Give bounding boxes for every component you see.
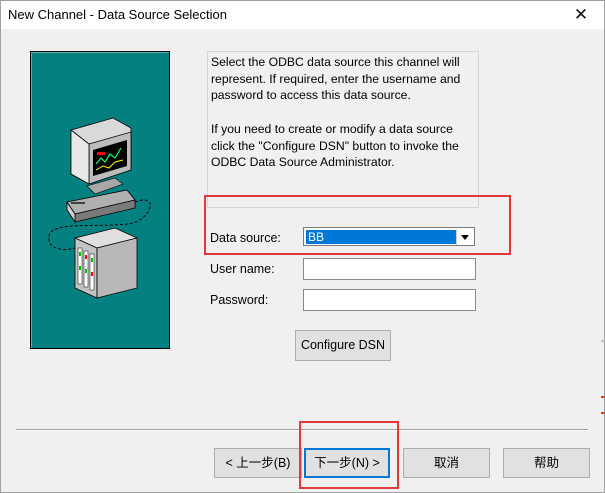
data-source-dropdown[interactable]: BB <box>303 227 475 246</box>
password-label: Password: <box>210 293 269 307</box>
dialog-window: New Channel - Data Source Selection ✕ Se… <box>0 0 605 493</box>
data-source-label: Data source: <box>210 231 281 245</box>
description-paragraph: If you need to create or modify a data s… <box>211 122 459 170</box>
illustration <box>48 117 151 299</box>
password-field[interactable] <box>303 289 476 311</box>
configure-dsn-button[interactable]: Configure DSN <box>295 330 391 361</box>
help-button[interactable]: 帮助 <box>503 448 590 478</box>
window-title: New Channel - Data Source Selection <box>8 7 227 22</box>
username-label: User name: <box>210 262 275 276</box>
illustration-panel <box>30 51 170 349</box>
background-edge <box>601 396 605 398</box>
computer-icon <box>66 117 136 224</box>
next-button[interactable]: 下一步(N) > <box>304 448 390 478</box>
background-edge <box>601 340 605 342</box>
data-source-value: BB <box>306 230 456 244</box>
cancel-button[interactable]: 取消 <box>403 448 490 478</box>
divider <box>16 429 588 431</box>
close-icon[interactable]: ✕ <box>566 3 596 27</box>
description-paragraph: Select the ODBC data source this channel… <box>211 55 461 103</box>
background-edge <box>601 412 605 414</box>
title-bar[interactable]: New Channel - Data Source Selection ✕ <box>1 1 604 29</box>
back-button[interactable]: < 上一步(B) <box>214 448 302 478</box>
chevron-down-icon[interactable] <box>456 229 473 245</box>
username-field[interactable] <box>303 258 476 280</box>
server-icon <box>73 227 139 299</box>
description-box: Select the ODBC data source this channel… <box>207 51 479 208</box>
